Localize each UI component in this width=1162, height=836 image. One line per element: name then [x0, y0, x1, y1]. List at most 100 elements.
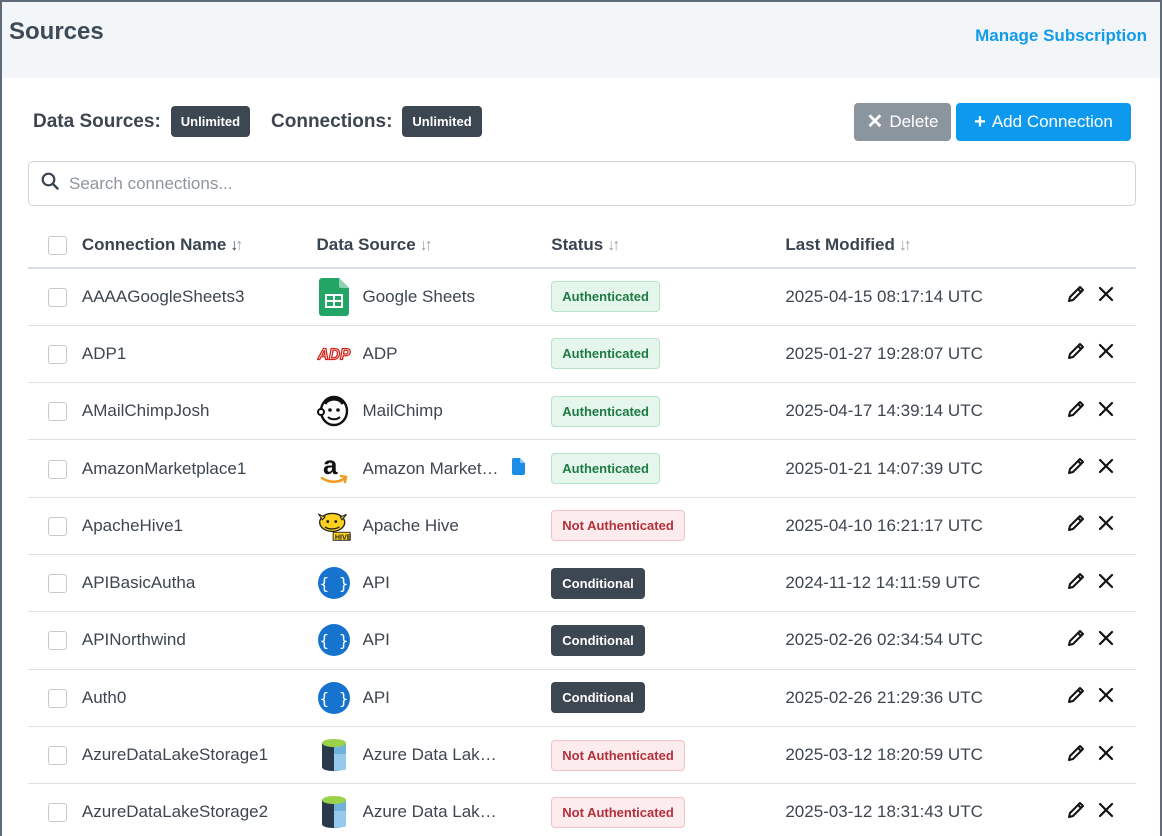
- row-checkbox[interactable]: [48, 803, 67, 822]
- status-badge: Not Authenticated: [551, 740, 684, 771]
- connection-name[interactable]: AmazonMarketplace1: [82, 440, 317, 497]
- connection-name[interactable]: AzureDataLakeStorage1: [82, 726, 317, 783]
- column-header-last-modified[interactable]: Last Modified↓↑: [785, 223, 1054, 268]
- row-checkbox[interactable]: [48, 402, 67, 421]
- row-checkbox[interactable]: [48, 288, 67, 307]
- data-sources-label: Data Sources:: [33, 111, 161, 133]
- table-row[interactable]: AzureDataLakeStorage2 Azure Data Lake Sto…: [28, 784, 1136, 836]
- column-header-status[interactable]: Status↓↑: [551, 223, 785, 268]
- google-sheets-icon: [317, 280, 351, 314]
- delete-label: Delete: [889, 112, 938, 132]
- last-modified: 2025-02-26 21:29:36 UTC: [785, 669, 1054, 726]
- search-input[interactable]: [67, 173, 1135, 195]
- delete-icon[interactable]: [1098, 802, 1114, 823]
- documentation-icon[interactable]: [512, 458, 525, 480]
- adp-icon: ADP: [317, 337, 351, 371]
- table-row[interactable]: AAAAGoogleSheets3Google SheetsAuthentica…: [28, 268, 1136, 325]
- table-row[interactable]: AmazonMarketplace1aAmazon MarketplaceAut…: [28, 440, 1136, 497]
- last-modified: 2025-02-26 02:34:54 UTC: [785, 612, 1054, 669]
- delete-icon[interactable]: [1098, 630, 1114, 651]
- usage-summary: Data Sources: Unlimited Connections: Unl…: [33, 106, 503, 137]
- last-modified: 2025-04-17 14:39:14 UTC: [785, 383, 1054, 440]
- add-connection-label: Add Connection: [992, 112, 1113, 132]
- row-checkbox[interactable]: [48, 631, 67, 650]
- connection-name[interactable]: ApacheHive1: [82, 497, 317, 554]
- apache-hive-icon: HIVE: [317, 509, 351, 543]
- manage-subscription-link[interactable]: Manage Subscription: [975, 26, 1147, 46]
- status-badge: Not Authenticated: [551, 510, 684, 541]
- delete-button[interactable]: ✕ Delete: [854, 103, 951, 141]
- status-badge: Not Authenticated: [551, 797, 684, 828]
- table-row[interactable]: APINorthwind{ }APIConditional2025-02-26 …: [28, 612, 1136, 669]
- last-modified: 2025-03-12 18:20:59 UTC: [785, 726, 1054, 783]
- add-connection-button[interactable]: + Add Connection: [956, 103, 1131, 141]
- delete-icon[interactable]: [1098, 343, 1114, 364]
- data-source-name: Azure Data Lake Storage: [363, 745, 503, 765]
- delete-icon[interactable]: [1098, 745, 1114, 766]
- svg-text:{ }: { }: [319, 631, 348, 650]
- azure-data-lake-icon: [317, 738, 351, 772]
- delete-icon[interactable]: [1098, 458, 1114, 479]
- table-row[interactable]: AMailChimpJoshMailChimpAuthenticated2025…: [28, 383, 1136, 440]
- connections-badge: Unlimited: [402, 106, 481, 137]
- delete-icon[interactable]: [1098, 515, 1114, 536]
- sort-icon[interactable]: ↓↑: [607, 237, 617, 254]
- last-modified: 2025-01-27 19:28:07 UTC: [785, 325, 1054, 382]
- row-checkbox[interactable]: [48, 517, 67, 536]
- data-source-cell: Google Sheets: [317, 280, 552, 314]
- azure-data-lake-icon: [317, 795, 351, 829]
- data-source-cell: a Amazon Marketplace: [317, 452, 552, 486]
- data-source-name: Amazon Marketplace: [363, 459, 503, 479]
- edit-icon[interactable]: [1066, 456, 1086, 481]
- table-row[interactable]: ApacheHive1HIVE Apache Hive Not Authentica…: [28, 497, 1136, 554]
- table-row[interactable]: APIBasicAutha{ }APIConditional2024-11-12…: [28, 554, 1136, 611]
- connection-name[interactable]: APIBasicAutha: [82, 554, 317, 611]
- data-source-name: MailChimp: [363, 401, 443, 421]
- amazon-icon: a: [317, 452, 351, 486]
- connection-name[interactable]: APINorthwind: [82, 612, 317, 669]
- row-checkbox[interactable]: [48, 689, 67, 708]
- column-header-data-source[interactable]: Data Source↓↑: [317, 223, 552, 268]
- edit-icon[interactable]: [1066, 628, 1086, 653]
- delete-icon[interactable]: [1098, 573, 1114, 594]
- row-checkbox[interactable]: [48, 345, 67, 364]
- connection-name[interactable]: AzureDataLakeStorage2: [82, 784, 317, 836]
- delete-icon[interactable]: [1098, 687, 1114, 708]
- data-source-name: Azure Data Lake Storage: [363, 802, 503, 822]
- connection-name[interactable]: AAAAGoogleSheets3: [82, 268, 317, 325]
- row-checkbox[interactable]: [48, 746, 67, 765]
- connection-name[interactable]: AMailChimpJosh: [82, 383, 317, 440]
- row-checkbox[interactable]: [48, 460, 67, 479]
- edit-icon[interactable]: [1066, 284, 1086, 309]
- table-header-row: Connection Name↓↑ Data Source↓↑ Status↓↑…: [28, 223, 1136, 268]
- connection-name[interactable]: Auth0: [82, 669, 317, 726]
- table-row[interactable]: Auth0{ }APIConditional2025-02-26 21:29:3…: [28, 669, 1136, 726]
- delete-icon[interactable]: [1098, 286, 1114, 307]
- data-source-name: Apache Hive: [363, 516, 459, 536]
- table-row[interactable]: ADP1ADPADPAuthenticated2025-01-27 19:28:…: [28, 325, 1136, 382]
- table-row[interactable]: AzureDataLakeStorage1 Azure Data Lake Sto…: [28, 726, 1136, 783]
- edit-icon[interactable]: [1066, 743, 1086, 768]
- last-modified: 2025-01-21 14:07:39 UTC: [785, 440, 1054, 497]
- delete-icon[interactable]: [1098, 401, 1114, 422]
- connections-label: Connections:: [271, 111, 392, 133]
- page-header: Sources Manage Subscription: [2, 2, 1160, 78]
- select-all-checkbox[interactable]: [48, 236, 67, 255]
- column-header-connection-name[interactable]: Connection Name↓↑: [82, 223, 317, 268]
- sort-icon[interactable]: ↓↑: [420, 237, 430, 254]
- edit-icon[interactable]: [1066, 341, 1086, 366]
- connection-name[interactable]: ADP1: [82, 325, 317, 382]
- edit-icon[interactable]: [1066, 571, 1086, 596]
- edit-icon[interactable]: [1066, 513, 1086, 538]
- sort-icon[interactable]: ↓↑: [899, 237, 909, 254]
- edit-icon[interactable]: [1066, 685, 1086, 710]
- data-source-cell: ADPADP: [317, 337, 552, 371]
- row-checkbox[interactable]: [48, 574, 67, 593]
- status-badge: Conditional: [551, 682, 645, 713]
- search-box: [28, 161, 1136, 206]
- api-icon: { }: [317, 623, 351, 657]
- edit-icon[interactable]: [1066, 800, 1086, 825]
- sort-icon[interactable]: ↓↑: [230, 237, 240, 254]
- api-icon: { }: [317, 681, 351, 715]
- edit-icon[interactable]: [1066, 399, 1086, 424]
